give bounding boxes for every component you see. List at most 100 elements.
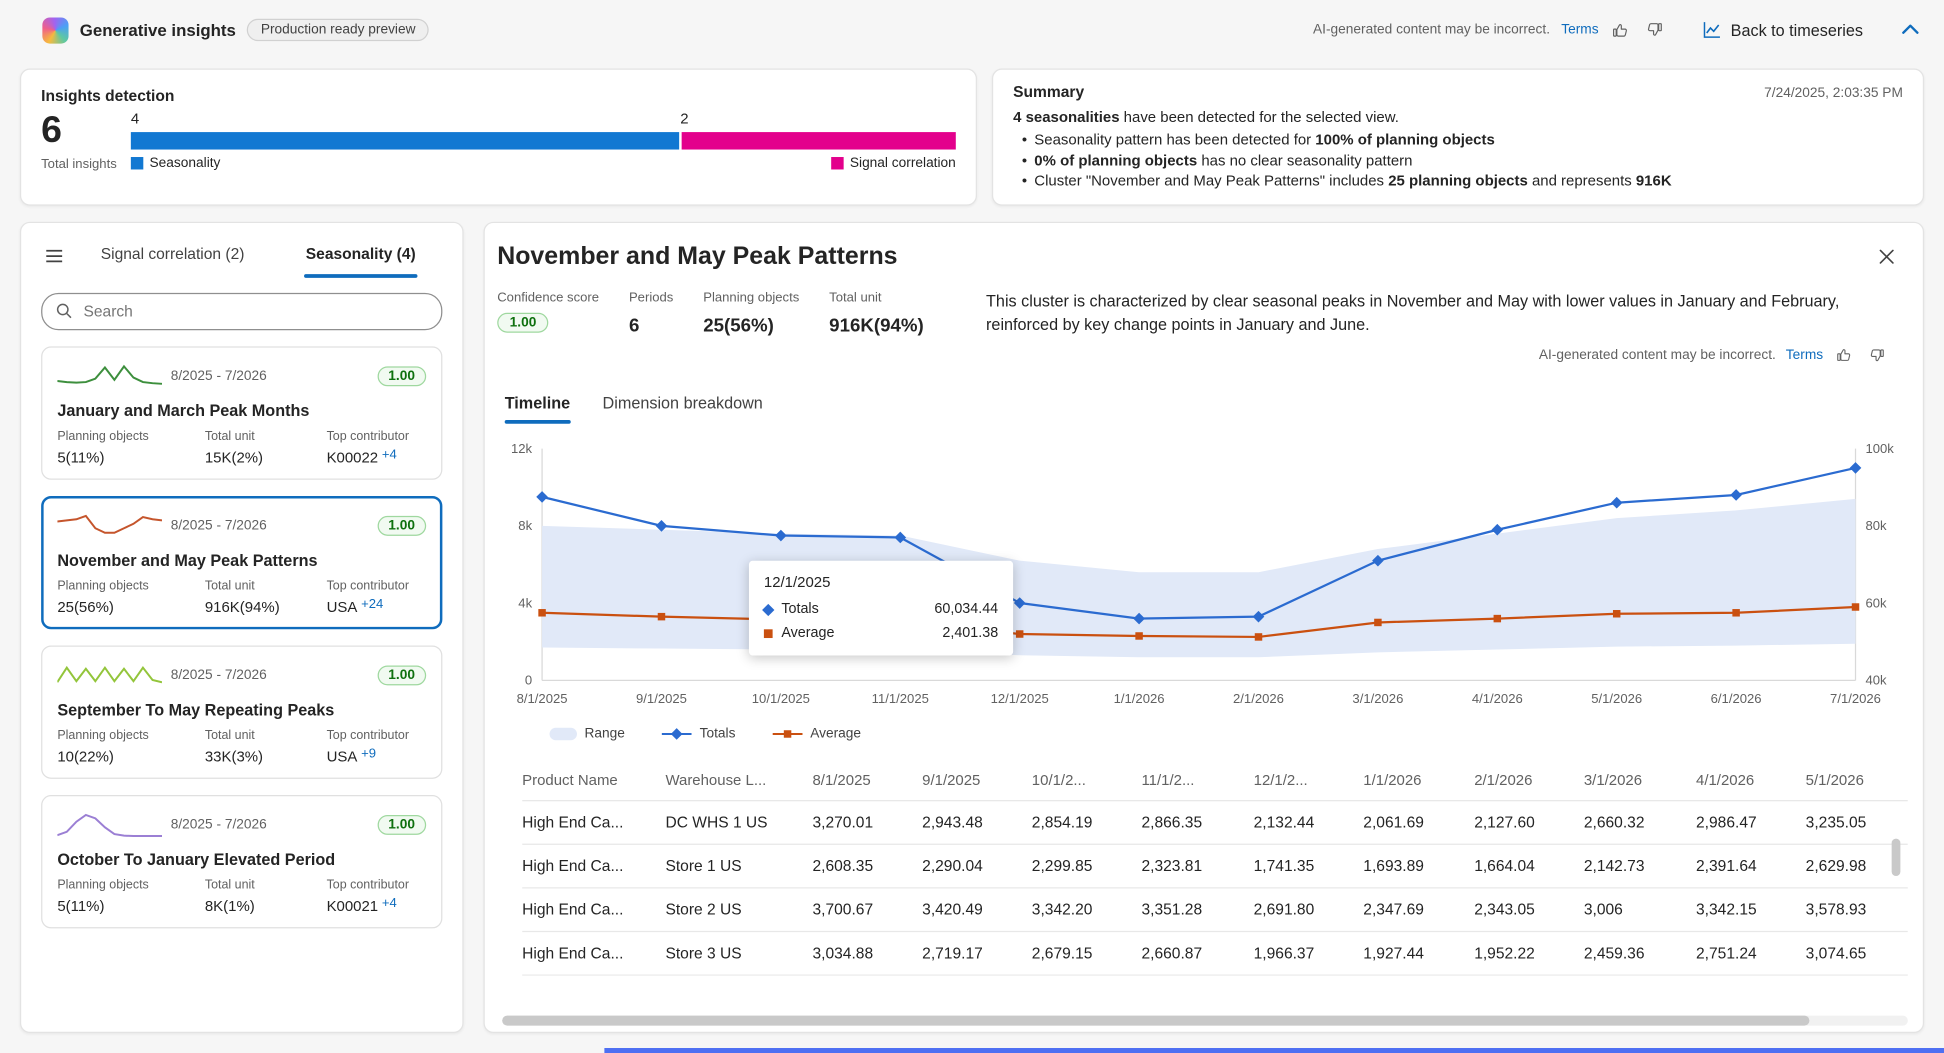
search-input[interactable] — [41, 293, 442, 330]
table-cell: 2,866.35 — [1141, 814, 1253, 831]
ai-disclaimer-text: AI-generated content may be incorrect. — [1539, 348, 1776, 363]
tab-signal-correlation[interactable]: Signal correlation (2) — [79, 231, 267, 281]
svg-text:6/1/2026: 6/1/2026 — [1711, 691, 1762, 706]
tooltip-series-name: Totals — [781, 602, 925, 617]
svg-text:11/1/2025: 11/1/2025 — [872, 691, 929, 706]
horizontal-scrollbar-thumb[interactable] — [502, 1016, 1809, 1026]
chevron-up-icon[interactable] — [1897, 16, 1924, 43]
svg-text:12k: 12k — [511, 441, 533, 456]
total-unit-label: Total unit — [205, 430, 327, 444]
chart-legend: Range Totals Average — [550, 727, 1906, 742]
svg-text:9/1/2025: 9/1/2025 — [636, 691, 687, 706]
cluster-score-badge: 1.00 — [377, 366, 426, 386]
cluster-detail-title: November and May Peak Patterns — [497, 243, 1905, 272]
metric-value: 916K(94%) — [829, 315, 924, 336]
total-unit-label: Total unit — [205, 579, 327, 593]
cluster-detail-panel: November and May Peak Patterns Confidenc… — [484, 222, 1925, 1033]
cluster-date-range: 8/2025 - 7/2026 — [171, 518, 377, 533]
horizontal-scrollbar-track[interactable] — [502, 1016, 1908, 1026]
legend-label: Average — [810, 727, 861, 742]
total-unit-value: 8K(1%) — [205, 897, 327, 914]
table-cell: High End Ca... — [522, 857, 665, 874]
table-cell: 3,578.93 — [1806, 901, 1908, 918]
table-row[interactable]: High End Ca...Store 1 US2,608.352,290.04… — [522, 845, 1908, 889]
legend-item-range[interactable]: Range — [550, 727, 625, 742]
table-cell: 3,270.01 — [812, 814, 922, 831]
table-cell: 2,132.44 — [1254, 814, 1364, 831]
top-contributor-value: K00022+4 — [327, 449, 427, 466]
ai-disclaimer-text: AI-generated content may be incorrect. — [1313, 22, 1550, 37]
metric-value: 6 — [629, 315, 673, 336]
table-cell: Store 1 US — [665, 857, 812, 874]
summary-bullet-list: Seasonality pattern has been detected fo… — [1013, 130, 1903, 192]
table-row[interactable]: High End Ca...DC WHS 1 US3,270.012,943.4… — [522, 801, 1908, 845]
table-cell: 2,347.69 — [1363, 901, 1474, 918]
tab-dimension-breakdown[interactable]: Dimension breakdown — [603, 394, 763, 424]
table-cell: 1,693.89 — [1363, 857, 1474, 874]
table-cell: 2,854.19 — [1032, 814, 1142, 831]
column-header: 2/1/2026 — [1474, 771, 1584, 788]
terms-link[interactable]: Terms — [1786, 348, 1823, 363]
top-contributor-value: USA+9 — [327, 748, 427, 765]
cluster-card[interactable]: 8/2025 - 7/20261.00October To January El… — [41, 795, 442, 928]
menu-icon[interactable] — [29, 245, 79, 266]
total-unit-value: 33K(3%) — [205, 748, 327, 765]
summary-timestamp: 7/24/2025, 2:03:35 PM — [1764, 86, 1903, 101]
table-cell: DC WHS 1 US — [665, 814, 812, 831]
table-cell: 1,741.35 — [1254, 857, 1364, 874]
table-row[interactable]: High End Ca...Store 3 US3,034.882,719.17… — [522, 932, 1908, 976]
table-cell: 1,952.22 — [1474, 945, 1584, 962]
contributor-extra-count: +4 — [382, 896, 397, 911]
top-bar: Generative insights Production ready pre… — [0, 0, 1944, 60]
table-row[interactable]: High End Ca...Store 2 US3,700.673,420.49… — [522, 889, 1908, 933]
insights-detection-title: Insights detection — [41, 87, 956, 104]
seasonality-bar-segment — [131, 132, 680, 149]
planning-objects-label: Planning objects — [57, 430, 205, 444]
close-icon[interactable] — [1875, 245, 1897, 267]
seasonality-legend-item: Seasonality — [131, 156, 221, 171]
tab-seasonality[interactable]: Seasonality (4) — [267, 231, 455, 281]
svg-text:12/1/2025: 12/1/2025 — [991, 691, 1049, 706]
metric-value: 1.00 — [497, 313, 549, 333]
thumbs-up-icon[interactable] — [1610, 19, 1632, 41]
cluster-score-badge: 1.00 — [377, 815, 426, 835]
metric-planning-objects: Planning objects 25(56%) — [703, 290, 799, 336]
table-cell: 2,751.24 — [1696, 945, 1806, 962]
table-cell: 2,127.60 — [1474, 814, 1584, 831]
summary-bullet: Cluster "November and May Peak Patterns"… — [1013, 171, 1903, 192]
thumbs-down-icon[interactable] — [1865, 344, 1887, 366]
average-marker-icon — [764, 629, 773, 638]
table-cell: 3,006 — [1584, 901, 1696, 918]
metric-confidence-score: Confidence score 1.00 — [497, 290, 599, 336]
preview-badge: Production ready preview — [247, 19, 429, 41]
back-to-timeseries-link[interactable]: Back to timeseries — [1702, 20, 1863, 40]
table-cell: 2,660.87 — [1141, 945, 1253, 962]
terms-link[interactable]: Terms — [1561, 22, 1598, 37]
total-unit-value: 15K(2%) — [205, 449, 327, 466]
svg-text:5/1/2026: 5/1/2026 — [1591, 691, 1642, 706]
thumbs-up-icon[interactable] — [1833, 344, 1855, 366]
thumbs-down-icon[interactable] — [1643, 19, 1665, 41]
table-cell: 2,691.80 — [1254, 901, 1364, 918]
legend-item-totals[interactable]: Totals — [662, 727, 735, 742]
svg-text:2/1/2026: 2/1/2026 — [1233, 691, 1284, 706]
cluster-score-badge: 1.00 — [377, 516, 426, 536]
signal-legend-item: Signal correlation — [831, 156, 956, 171]
tab-timeline[interactable]: Timeline — [505, 394, 570, 424]
cluster-card[interactable]: 8/2025 - 7/20261.00November and May Peak… — [41, 496, 442, 629]
tooltip-series-name: Average — [781, 626, 933, 641]
planning-objects-value: 10(22%) — [57, 748, 205, 765]
totals-line-icon — [662, 728, 692, 740]
table-cell: 3,342.15 — [1696, 901, 1806, 918]
legend-item-average[interactable]: Average — [773, 727, 861, 742]
metric-label: Total unit — [829, 290, 924, 305]
cluster-sparkline-icon — [57, 360, 162, 392]
cluster-card[interactable]: 8/2025 - 7/20261.00January and March Pea… — [41, 346, 442, 479]
svg-text:100k: 100k — [1865, 441, 1894, 456]
cluster-card[interactable]: 8/2025 - 7/20261.00September To May Repe… — [41, 646, 442, 779]
vertical-scrollbar[interactable] — [1892, 839, 1901, 876]
table-cell: 2,290.04 — [922, 857, 1032, 874]
svg-text:4k: 4k — [518, 595, 532, 610]
table-cell: 2,391.64 — [1696, 857, 1806, 874]
column-header: 10/1/2... — [1032, 771, 1142, 788]
